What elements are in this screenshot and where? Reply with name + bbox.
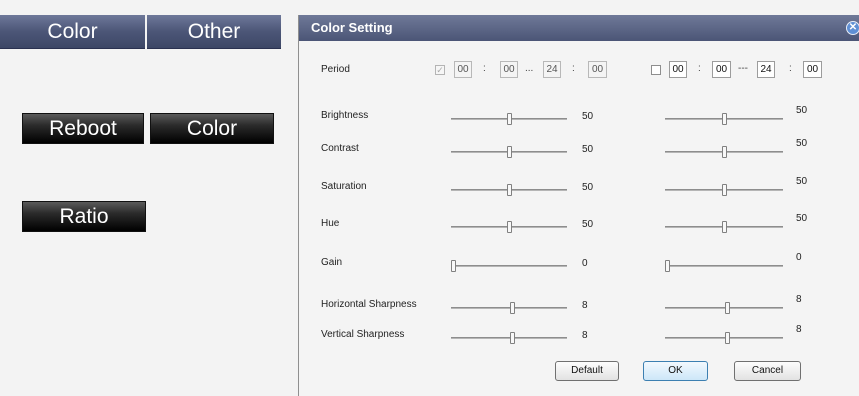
slider-label: Contrast — [321, 143, 359, 154]
slider-thumb[interactable] — [725, 332, 730, 344]
slider-thumb[interactable] — [665, 260, 670, 272]
dialog-title-bar: Color Setting ✕ — [299, 15, 859, 41]
slider-value: 50 — [796, 213, 808, 224]
slider-value: 0 — [796, 252, 802, 263]
slider-label: Gain — [321, 257, 343, 268]
slider-thumb[interactable] — [510, 332, 515, 344]
dialog-title: Color Setting — [311, 20, 393, 35]
slider-track[interactable] — [665, 265, 783, 267]
slider-value: 50 — [582, 182, 594, 193]
slider-value: 0 — [582, 258, 588, 269]
default-button[interactable]: Default — [555, 361, 619, 381]
slider-track[interactable] — [665, 307, 783, 309]
close-icon[interactable]: ✕ — [846, 21, 859, 35]
tab-other[interactable]: Other — [147, 15, 281, 49]
tab-color[interactable]: Color — [0, 15, 145, 49]
slider-thumb[interactable] — [725, 302, 730, 314]
left-panel: Color Other Reboot Color Ratio — [0, 0, 281, 396]
slider-value: 50 — [582, 219, 594, 230]
slider-value: 8 — [582, 330, 588, 341]
slider-value: 8 — [796, 294, 802, 305]
period-2-end-hour[interactable]: 24 — [757, 61, 775, 78]
colon-sep: : — [483, 63, 486, 74]
slider-track[interactable] — [451, 307, 567, 309]
cancel-button[interactable]: Cancel — [734, 361, 801, 381]
slider-label: Brightness — [321, 110, 369, 121]
ok-button[interactable]: OK — [643, 361, 708, 381]
colon-sep: : — [698, 63, 701, 74]
slider-thumb[interactable] — [722, 146, 727, 158]
slider-thumb[interactable] — [507, 184, 512, 196]
slider-value: 50 — [582, 144, 594, 155]
slider-track[interactable] — [451, 337, 567, 339]
slider-value: 50 — [796, 105, 808, 116]
color-setting-dialog: Color Setting ✕ Period ✓ 00 : 00 ... 24 … — [298, 15, 859, 396]
period-2-start-minute[interactable]: 00 — [712, 61, 731, 78]
period-2-end-minute[interactable]: 00 — [803, 61, 822, 78]
slider-thumb[interactable] — [722, 113, 727, 125]
ratio-button[interactable]: Ratio — [22, 201, 146, 232]
slider-track[interactable] — [665, 337, 783, 339]
slider-thumb[interactable] — [510, 302, 515, 314]
slider-value: 50 — [796, 138, 808, 149]
period-1-start-minute[interactable]: 00 — [500, 61, 518, 78]
slider-value: 8 — [582, 300, 588, 311]
period-1-start-hour[interactable]: 00 — [454, 61, 472, 78]
period-2-start-hour[interactable]: 00 — [669, 61, 687, 78]
period-1-end-minute[interactable]: 00 — [588, 61, 607, 78]
slider-label: Hue — [321, 218, 340, 229]
period-1-checkbox[interactable]: ✓ — [435, 65, 445, 75]
slider-thumb[interactable] — [507, 113, 512, 125]
colon-sep: : — [789, 63, 792, 74]
slider-thumb[interactable] — [722, 184, 727, 196]
slider-thumb[interactable] — [722, 221, 727, 233]
period-label: Period — [321, 64, 350, 75]
slider-label: Horizontal Sharpness — [321, 299, 417, 310]
slider-label: Vertical Sharpness — [321, 329, 405, 340]
period-2-checkbox[interactable] — [651, 65, 661, 75]
slider-thumb[interactable] — [507, 221, 512, 233]
reboot-button[interactable]: Reboot — [22, 113, 144, 144]
range-sep: ... — [525, 63, 534, 74]
slider-value: 50 — [582, 111, 594, 122]
colon-sep: : — [572, 63, 575, 74]
slider-label: Saturation — [321, 181, 367, 192]
slider-value: 8 — [796, 324, 802, 335]
slider-thumb[interactable] — [451, 260, 456, 272]
slider-track[interactable] — [451, 265, 567, 267]
range-sep: --- — [738, 63, 748, 74]
color-button[interactable]: Color — [150, 113, 274, 144]
period-1-end-hour[interactable]: 24 — [543, 61, 561, 78]
slider-thumb[interactable] — [507, 146, 512, 158]
slider-value: 50 — [796, 176, 808, 187]
